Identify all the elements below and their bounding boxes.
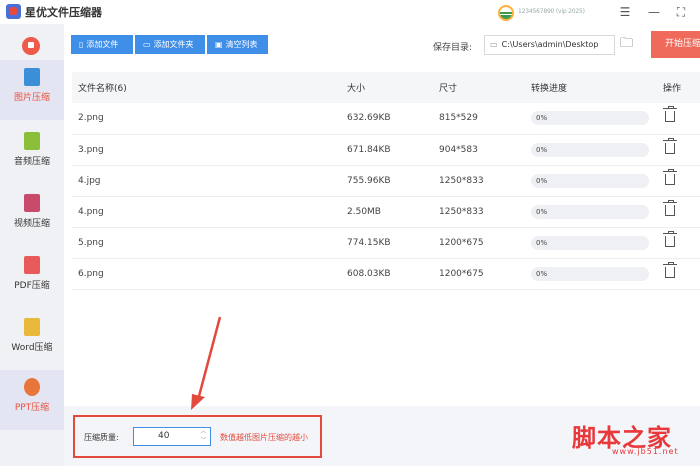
progress-bar: 0% [531,173,649,188]
sidebar-item-pdf-compress[interactable]: PDF压缩 [0,248,64,308]
image-icon [24,68,40,86]
header-progress: 转换进度 [525,72,657,103]
table-row[interactable]: 4.jpg 755.96KB 1250*833 0% [72,165,700,197]
table-row[interactable]: 3.png 671.84KB 904*583 0% [72,134,700,166]
sidebar: 图片压缩 音频压缩 视频压缩 PDF压缩 Word压缩 PPT压缩 [0,24,64,466]
header-dimension: 尺寸 [433,72,525,103]
file-dimension: 1200*675 [433,258,525,290]
sidebar-item-label: PPT压缩 [14,403,50,413]
file-name: 6.png [72,258,341,290]
app-title: 星优文件压缩器 [25,6,102,19]
sidebar-item-video-compress[interactable]: 视频压缩 [0,186,64,246]
stepper-up-icon[interactable]: ︿ [197,428,210,436]
sidebar-item-ppt-compress[interactable]: PPT压缩 [0,370,64,430]
file-size: 2.50MB [341,196,433,228]
file-dimension: 815*529 [433,103,525,135]
file-name: 2.png [72,103,341,135]
progress-bar: 0% [531,111,649,126]
delete-icon[interactable] [663,230,677,247]
add-folder-button[interactable]: ▭ 添加文件夹 [135,35,205,54]
save-dir-label: 保存目录: [433,43,473,53]
file-dimension: 904*583 [433,134,525,166]
file-size: 632.69KB [341,103,433,135]
browse-folder-icon[interactable]: 🗀 [620,36,636,52]
file-size: 774.15KB [341,227,433,259]
ppt-icon [24,378,40,396]
file-size: 671.84KB [341,134,433,166]
file-dimension: 1250*833 [433,196,525,228]
progress-bar: 0% [531,235,649,250]
table-row[interactable]: 4.png 2.50MB 1250*833 0% [72,196,700,228]
table-row[interactable]: 6.png 608.03KB 1200*675 0% [72,258,700,290]
sidebar-item-image-compress[interactable]: 图片压缩 [0,60,64,120]
sidebar-item-label: Word压缩 [11,343,53,353]
file-icon: ▯ [79,40,84,49]
header-size: 大小 [341,72,433,103]
progress-bar: 0% [531,142,649,157]
file-name: 4.png [72,196,341,228]
table-row[interactable]: 2.png 632.69KB 815*529 0% [72,103,700,135]
delete-icon[interactable] [663,168,677,185]
word-icon [24,318,40,336]
user-avatar[interactable] [498,5,514,21]
delete-icon[interactable] [663,199,677,216]
add-file-button[interactable]: ▯ 添加文件 [71,35,133,54]
menu-icon[interactable]: ☰ [615,2,635,22]
header-filename: 文件名称(6) [72,72,341,103]
sidebar-item-label: 图片压缩 [13,93,50,103]
video-icon [24,194,40,212]
minimize-icon[interactable]: — [644,2,664,22]
file-name: 5.png [72,227,341,259]
audio-icon [24,132,40,150]
maximize-icon[interactable]: ⛶ [671,2,691,22]
app-logo-icon [6,4,21,19]
progress-bar: 0% [531,266,649,281]
quality-hint: 数值越低图片压缩的越小 [220,433,308,442]
stepper-down-icon[interactable]: ﹀ [197,437,210,445]
save-path-input[interactable]: ▭ C:\Users\admin\Desktop [484,35,615,55]
file-dimension: 1250*833 [433,165,525,197]
sidebar-item-word-compress[interactable]: Word压缩 [0,310,64,370]
folder-outline-icon: ▭ [490,40,498,49]
title-bar: 星优文件压缩器 1234567890 (vip 2025) ☰ — ⛶ [0,0,700,24]
sidebar-item-label: 视频压缩 [13,219,50,229]
watermark-url: www.jb51.net [612,447,679,456]
folder-small-icon: ▭ [143,40,151,49]
table-row[interactable]: 5.png 774.15KB 1200*675 0% [72,227,700,259]
sidebar-item-audio-compress[interactable]: 音频压缩 [0,124,64,184]
sidebar-item-label: 音频压缩 [13,157,50,167]
progress-bar: 0% [531,204,649,219]
sidebar-item-label: PDF压缩 [14,281,50,291]
delete-icon[interactable] [663,106,677,123]
delete-icon[interactable] [663,261,677,278]
file-size: 608.03KB [341,258,433,290]
delete-icon[interactable] [663,137,677,154]
file-dimension: 1200*675 [433,227,525,259]
home-icon[interactable] [22,37,40,55]
pdf-icon [24,256,40,274]
file-name: 4.jpg [72,165,341,197]
quality-label: 压缩质量: [84,433,119,442]
user-name[interactable]: 1234567890 (vip 2025) [518,8,585,15]
header-action: 操作 [657,72,700,103]
table-header: 文件名称(6) 大小 尺寸 转换进度 操作 [72,72,700,103]
clear-icon: ▣ [215,40,223,49]
start-compress-button[interactable]: 开始压缩 [651,31,700,58]
file-name: 3.png [72,134,341,166]
file-table: 文件名称(6) 大小 尺寸 转换进度 操作 2.png 632.69KB 815… [72,72,700,290]
file-size: 755.96KB [341,165,433,197]
clear-list-button[interactable]: ▣ 清空列表 [207,35,268,54]
